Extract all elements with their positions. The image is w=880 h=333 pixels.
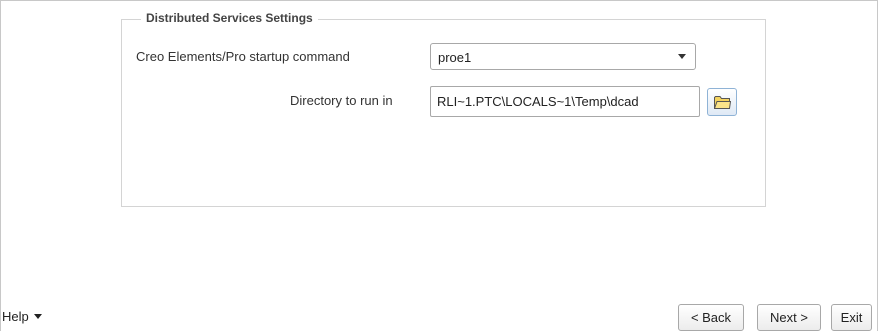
chevron-down-icon: [678, 54, 686, 59]
directory-label: Directory to run in: [290, 93, 393, 108]
folder-icon: [714, 96, 731, 109]
caret-down-icon: [33, 314, 42, 319]
browse-directory-button[interactable]: [707, 88, 737, 116]
startup-command-label: Creo Elements/Pro startup command: [136, 49, 350, 64]
startup-command-value: proe1: [438, 50, 472, 65]
directory-input[interactable]: [430, 86, 700, 117]
startup-command-select[interactable]: proe1: [430, 43, 696, 70]
back-button[interactable]: < Back: [678, 304, 744, 331]
help-label: Help: [2, 309, 29, 324]
help-menu[interactable]: Help: [2, 309, 42, 324]
exit-button[interactable]: Exit: [831, 304, 872, 331]
settings-group-title: Distributed Services Settings: [141, 11, 318, 25]
next-button[interactable]: Next >: [757, 304, 821, 331]
